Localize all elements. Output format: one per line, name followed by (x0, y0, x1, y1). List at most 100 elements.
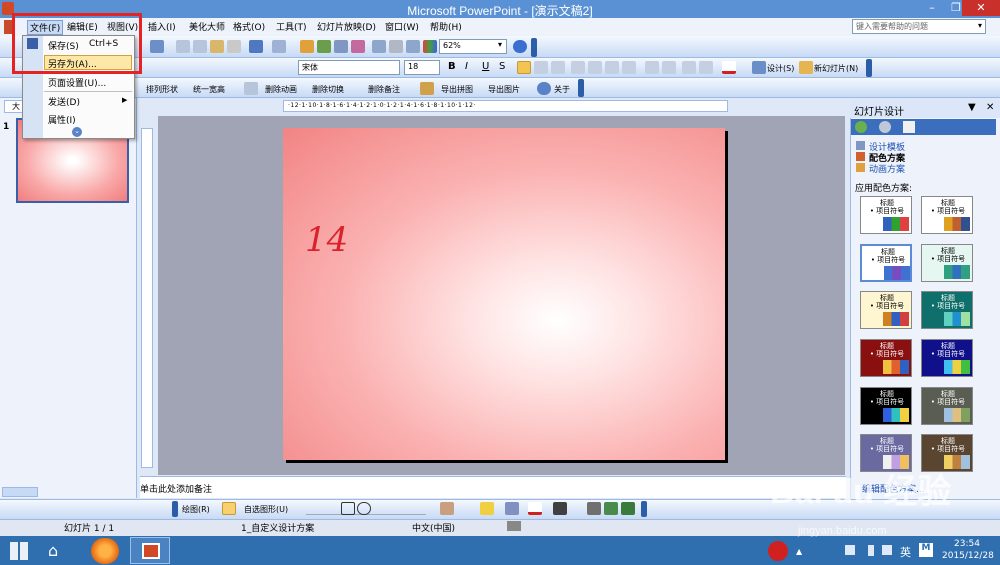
design-icon[interactable] (752, 61, 766, 74)
pane-menu-icon[interactable]: ▼ (968, 102, 976, 113)
rectangle-icon[interactable] (341, 502, 355, 515)
font-color-icon[interactable] (528, 502, 542, 515)
font-color-icon[interactable] (722, 61, 736, 74)
slide[interactable]: 14 (283, 128, 725, 460)
help-dropdown-icon[interactable]: ▾ (978, 21, 982, 30)
insert-picture-icon[interactable] (351, 40, 365, 53)
3d-style-icon[interactable] (621, 502, 635, 515)
align-left-icon[interactable] (517, 61, 531, 74)
color-scheme-option[interactable]: 标题 • 项目符号 (921, 244, 973, 282)
show-grid-icon[interactable] (406, 40, 420, 53)
color-grayscale-icon[interactable] (423, 40, 437, 53)
new-slide-icon[interactable] (799, 61, 813, 74)
color-scheme-option[interactable]: 标题 • 项目符号 (921, 387, 973, 425)
format-painter-icon[interactable] (227, 40, 241, 53)
column-icon[interactable] (605, 61, 619, 74)
insert-picture-icon[interactable] (440, 502, 454, 515)
color-scheme-option[interactable]: 标题 • 项目符号 (860, 244, 912, 282)
forward-icon[interactable] (879, 121, 891, 133)
color-scheme-option[interactable]: 标题 • 项目符号 (921, 196, 973, 234)
toolbar-options-icon[interactable] (866, 59, 872, 77)
animation-icon[interactable] (244, 82, 258, 95)
about-button[interactable]: 关于 (554, 84, 570, 95)
back-icon[interactable] (855, 121, 867, 133)
animation-schemes-link[interactable]: 动画方案 (869, 162, 905, 175)
browser-icon[interactable] (91, 538, 119, 564)
tray-arrow-icon[interactable]: ▲ (796, 547, 802, 556)
toolbar-options-icon[interactable] (641, 501, 647, 517)
tables-borders-icon[interactable] (334, 40, 348, 53)
arrange-shapes-button[interactable]: 排列形状 (146, 84, 178, 95)
insert-table-icon[interactable] (317, 40, 331, 53)
uniform-size-button[interactable]: 统一宽高 (193, 84, 225, 95)
ime-mode-icon[interactable]: M (919, 543, 933, 557)
send-menu-item[interactable]: 发送(D) (48, 95, 80, 108)
delete-animation-button[interactable]: 删除动画 (265, 84, 297, 95)
distribute-icon[interactable] (622, 61, 636, 74)
menu-slideshow[interactable]: 幻灯片放映(D) (317, 20, 376, 33)
export-collage-button[interactable]: 导出拼图 (441, 84, 473, 95)
fill-color-icon[interactable] (480, 502, 494, 515)
battery-icon[interactable] (868, 545, 874, 556)
select-objects-icon[interactable] (222, 502, 236, 515)
font-size-select[interactable]: 18 (404, 60, 440, 75)
color-scheme-option[interactable]: 标题 • 项目符号 (921, 339, 973, 377)
shadow-button[interactable]: S (499, 61, 505, 72)
menu-insert[interactable]: 插入(I) (148, 20, 176, 33)
underline-button[interactable]: U (482, 61, 489, 72)
menu-beautify-master[interactable]: 美化大师 (189, 20, 225, 33)
expand-menu-icon[interactable]: ⌄ (72, 127, 82, 137)
expand-icon[interactable] (372, 40, 386, 53)
zoom-select[interactable]: 62% (439, 39, 507, 54)
minimize-button[interactable]: – (920, 0, 944, 16)
view-buttons[interactable] (2, 487, 38, 497)
home-icon[interactable] (903, 121, 915, 133)
insert-chart-icon[interactable] (300, 40, 314, 53)
network-icon[interactable] (845, 545, 855, 555)
powerpoint-taskbar-button[interactable] (130, 537, 170, 564)
bold-button[interactable]: B (448, 61, 456, 72)
toolbar-options-icon[interactable] (578, 79, 584, 97)
increase-indent-icon[interactable] (699, 61, 713, 74)
user-icon[interactable] (537, 82, 551, 95)
pane-close-icon[interactable]: ✕ (986, 102, 994, 113)
help-search-input[interactable]: 键入需要帮助的问题 (852, 19, 986, 34)
research-icon[interactable] (150, 40, 164, 53)
color-scheme-option[interactable]: 标题 • 项目符号 (860, 387, 912, 425)
color-scheme-option[interactable]: 标题 • 项目符号 (860, 196, 912, 234)
bullets-icon[interactable] (588, 61, 602, 74)
notes-pane[interactable]: 单击此处添加备注 (140, 476, 846, 498)
color-scheme-option[interactable]: 标题 • 项目符号 (860, 339, 912, 377)
numbering-icon[interactable] (571, 61, 585, 74)
zoom-dropdown-icon[interactable]: ▾ (498, 40, 502, 49)
export-icon[interactable] (420, 82, 434, 95)
signal-icon[interactable] (882, 545, 892, 555)
cut-icon[interactable] (176, 40, 190, 53)
menu-window[interactable]: 窗口(W) (385, 20, 419, 33)
align-right-icon[interactable] (551, 61, 565, 74)
line-style-icon[interactable] (553, 502, 567, 515)
font-name-select[interactable]: 宋体 (298, 60, 400, 75)
help-icon[interactable] (513, 40, 527, 53)
toolbar-grip-icon[interactable] (172, 501, 178, 517)
arrow-style-icon[interactable] (587, 502, 601, 515)
toolbar-options-icon[interactable] (531, 38, 537, 57)
ime-indicator[interactable]: 英 (900, 544, 911, 560)
show-formatting-icon[interactable] (389, 40, 403, 53)
delete-transition-button[interactable]: 删除切换 (312, 84, 344, 95)
line-color-icon[interactable] (505, 502, 519, 515)
italic-button[interactable]: I (465, 61, 468, 72)
oval-icon[interactable] (357, 502, 371, 515)
windows-start-icon[interactable] (10, 542, 28, 560)
autoshapes-button[interactable]: 自选图形(U) (244, 504, 288, 515)
new-slide-button[interactable]: 新幻灯片(N) (814, 63, 858, 74)
menu-help[interactable]: 帮助(H) (430, 20, 462, 33)
paste-icon[interactable] (210, 40, 224, 53)
color-scheme-option[interactable]: 标题 • 项目符号 (921, 291, 973, 329)
decrease-indent-icon[interactable] (682, 61, 696, 74)
draw-menu-button[interactable]: 绘图(R) (182, 504, 210, 515)
properties-menu-item[interactable]: 属性(I) (48, 113, 76, 126)
copy-icon[interactable] (193, 40, 207, 53)
delete-notes-button[interactable]: 删除备注 (368, 84, 400, 95)
redo-icon[interactable] (272, 40, 286, 53)
